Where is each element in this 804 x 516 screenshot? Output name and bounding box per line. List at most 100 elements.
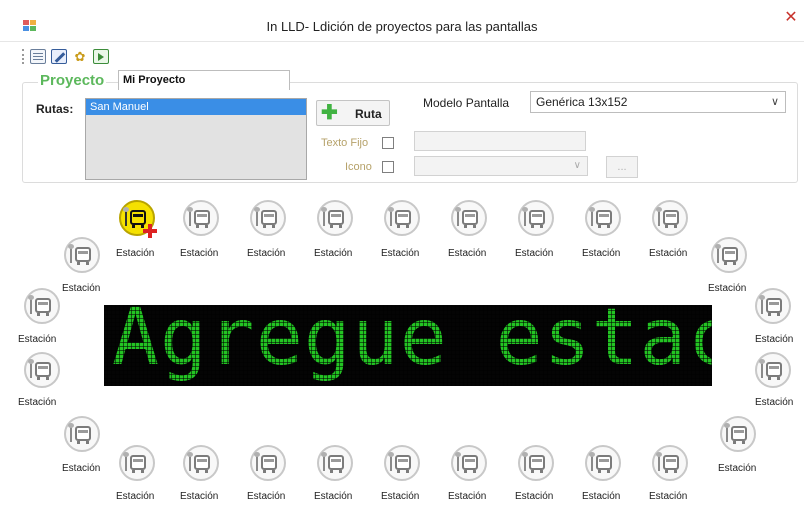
model-select[interactable]: Genérica 13x152 ∨ (530, 91, 786, 113)
routes-list[interactable]: San Manuel (85, 98, 307, 180)
bus-stop-pole-icon (187, 452, 193, 471)
new-project-icon[interactable] (30, 49, 46, 64)
bus-stop-pole-icon (522, 452, 528, 471)
station-button[interactable] (317, 445, 353, 481)
bus-icon (722, 247, 738, 265)
toolbar-grip[interactable] (22, 49, 25, 64)
bus-stop-pole-icon (455, 452, 461, 471)
station-button[interactable] (585, 200, 621, 236)
bus-stop-pole-icon (321, 452, 327, 471)
bus-icon (194, 455, 210, 473)
icon-select[interactable]: ∨ (414, 156, 588, 176)
station-label: Estación (314, 491, 353, 502)
chevron-down-icon: ∨ (573, 160, 581, 171)
station-label: Estación (116, 248, 155, 259)
bus-icon (766, 298, 782, 316)
bus-icon (462, 455, 478, 473)
station-label: Estación (180, 248, 219, 259)
station-label: Estación (62, 283, 101, 294)
browse-button[interactable]: ... (606, 156, 638, 178)
bus-icon (130, 455, 146, 473)
station-button[interactable] (755, 288, 791, 324)
icon-checkbox[interactable] (382, 161, 394, 173)
station-button[interactable] (720, 416, 756, 452)
bus-icon (130, 210, 146, 228)
bus-stop-pole-icon (254, 452, 260, 471)
station-label: Estación (649, 248, 688, 259)
station-button[interactable] (451, 200, 487, 236)
bus-icon (194, 210, 210, 228)
bus-icon (462, 210, 478, 228)
edit-icon[interactable] (51, 49, 67, 64)
bus-stop-pole-icon (68, 244, 74, 263)
bus-icon (529, 210, 545, 228)
station-label: Estación (448, 248, 487, 259)
bus-stop-pole-icon (715, 244, 721, 263)
station-label: Estación (582, 248, 621, 259)
bus-stop-pole-icon (656, 207, 662, 226)
station-label: Estación (708, 283, 747, 294)
add-route-button[interactable]: ✚ Ruta (316, 100, 390, 126)
add-icon (143, 224, 157, 238)
station-button[interactable] (585, 445, 621, 481)
station-button[interactable] (24, 352, 60, 388)
station-label: Estación (649, 491, 688, 502)
close-button[interactable]: ✕ (778, 6, 804, 30)
bus-stop-pole-icon (724, 423, 730, 442)
fixed-text-input[interactable] (414, 131, 586, 151)
title-bar: In LLD- Ldición de proyectos para las pa… (0, 0, 804, 42)
station-label: Estación (381, 491, 420, 502)
bus-stop-pole-icon (28, 295, 34, 314)
bus-icon (596, 455, 612, 473)
station-button[interactable] (250, 200, 286, 236)
station-button[interactable] (755, 352, 791, 388)
bus-stop-pole-icon (589, 207, 595, 226)
export-icon[interactable] (93, 49, 109, 64)
routes-label: Rutas: (36, 102, 74, 116)
bus-stop-pole-icon (388, 207, 394, 226)
station-button[interactable] (451, 445, 487, 481)
station-button[interactable] (518, 445, 554, 481)
station-label: Estación (18, 334, 57, 345)
station-button[interactable] (24, 288, 60, 324)
toolbar: ✿ (22, 48, 142, 66)
bus-stop-pole-icon (589, 452, 595, 471)
station-button[interactable] (183, 200, 219, 236)
station-button[interactable] (384, 200, 420, 236)
station-button[interactable] (317, 200, 353, 236)
station-button[interactable] (183, 445, 219, 481)
station-button[interactable] (64, 237, 100, 273)
station-button[interactable] (119, 200, 157, 238)
bus-stop-pole-icon (759, 295, 765, 314)
model-selected-value: Genérica 13x152 (536, 95, 628, 109)
bus-stop-pole-icon (759, 359, 765, 378)
bus-icon (395, 210, 411, 228)
bus-icon (663, 455, 679, 473)
bus-stop-pole-icon (455, 207, 461, 226)
station-label: Estación (755, 397, 794, 408)
station-label: Estación (448, 491, 487, 502)
station-button[interactable] (119, 445, 155, 481)
station-button[interactable] (518, 200, 554, 236)
station-button[interactable] (250, 445, 286, 481)
station-button[interactable] (64, 416, 100, 452)
bus-stop-pole-icon (522, 207, 528, 226)
bus-icon (75, 247, 91, 265)
bus-stop-pole-icon (254, 207, 260, 226)
station-button[interactable] (711, 237, 747, 273)
station-label: Estación (582, 491, 621, 502)
station-label: Estación (314, 248, 353, 259)
route-item[interactable]: San Manuel (86, 99, 306, 115)
plus-icon: ✚ (321, 102, 338, 124)
station-button[interactable] (384, 445, 420, 481)
project-name-tab[interactable]: Mi Proyecto (118, 70, 290, 90)
bus-icon (395, 455, 411, 473)
station-label: Estación (515, 491, 554, 502)
fixed-text-checkbox[interactable] (382, 137, 394, 149)
station-button[interactable] (652, 200, 688, 236)
bus-stop-pole-icon (123, 452, 129, 471)
station-button[interactable] (652, 445, 688, 481)
project-legend: Proyecto (38, 72, 107, 89)
bus-icon (328, 455, 344, 473)
settings-icon[interactable]: ✿ (72, 49, 88, 64)
